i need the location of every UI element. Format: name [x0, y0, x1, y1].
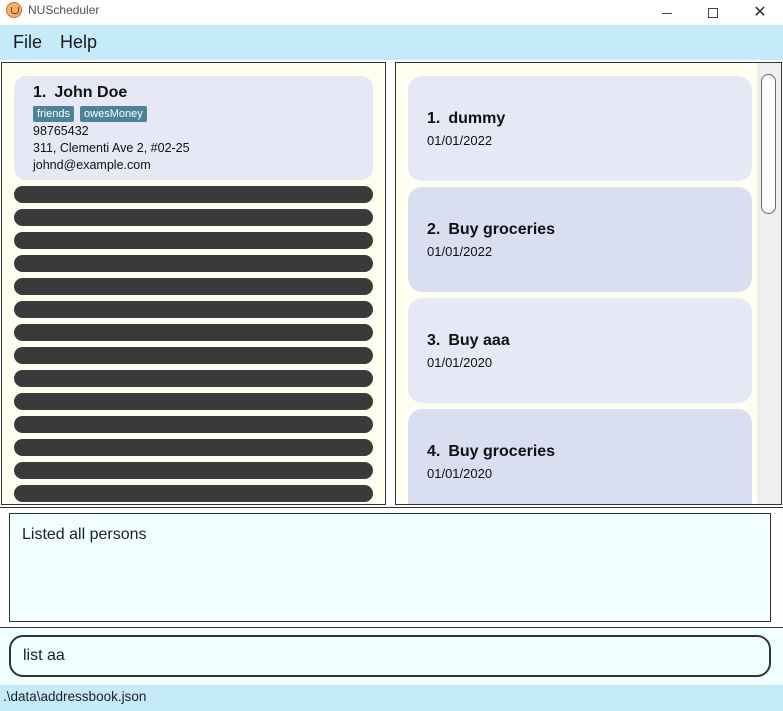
empty-person-rows — [14, 186, 373, 504]
empty-row — [14, 439, 373, 456]
task-date: 01/01/2020 — [427, 466, 493, 481]
task-card[interactable]: 3. Buy aaa 01/01/2020 — [408, 298, 752, 403]
command-box-area — [0, 627, 783, 685]
person-address: 311, Clementi Ave 2, #02-25 — [33, 141, 190, 155]
empty-row — [14, 301, 373, 318]
title-bar: NUScheduler ✕ — [0, 0, 783, 25]
task-title: 1. dummy — [427, 110, 733, 128]
maximize-button[interactable] — [690, 0, 736, 25]
minimize-button[interactable] — [644, 0, 690, 25]
result-display-area: Listed all persons — [0, 507, 783, 627]
person-name: 1. John Doe — [33, 84, 354, 102]
task-date: 01/01/2022 — [427, 244, 493, 259]
empty-row — [14, 186, 373, 203]
person-phone: 98765432 — [33, 124, 89, 138]
tag-friends: friends — [33, 106, 75, 122]
task-title: 3. Buy aaa — [427, 332, 733, 350]
task-card[interactable]: 4. Buy groceries 01/01/2020 — [408, 409, 752, 504]
minimize-icon — [662, 13, 672, 14]
task-date: 01/01/2020 — [427, 355, 493, 370]
empty-row — [14, 393, 373, 410]
task-card[interactable]: 1. dummy 01/01/2022 — [408, 76, 752, 181]
person-email: johnd@example.com — [33, 158, 151, 172]
menu-file[interactable]: File — [5, 32, 50, 53]
person-index: 1. — [33, 84, 47, 101]
task-title-text: Buy groceries — [448, 443, 556, 460]
close-button[interactable]: ✕ — [737, 0, 783, 25]
task-title-text: Buy aaa — [448, 332, 510, 349]
task-title-text: dummy — [448, 110, 506, 127]
task-index: 3. — [427, 332, 441, 349]
scrollbar-thumb[interactable] — [761, 74, 776, 214]
tag-owes-money: owesMoney — [80, 106, 147, 122]
empty-row — [14, 255, 373, 272]
task-list-scrollbar[interactable] — [757, 63, 781, 504]
command-input[interactable] — [9, 635, 771, 677]
empty-row — [14, 209, 373, 226]
empty-row — [14, 278, 373, 295]
task-index: 1. — [427, 110, 441, 127]
person-card[interactable]: 1. John Doe friends owesMoney 98765432 3… — [14, 76, 373, 180]
menu-help[interactable]: Help — [52, 32, 105, 53]
empty-row — [14, 347, 373, 364]
menu-bar: File Help — [0, 25, 783, 60]
maximize-icon — [708, 7, 718, 18]
task-date: 01/01/2022 — [427, 133, 493, 148]
person-list-panel[interactable]: 1. John Doe friends owesMoney 98765432 3… — [1, 62, 386, 505]
task-title: 4. Buy groceries — [427, 443, 733, 461]
task-card[interactable]: 2. Buy groceries 01/01/2022 — [408, 187, 752, 292]
empty-row — [14, 485, 373, 502]
empty-row — [14, 416, 373, 433]
task-index: 4. — [427, 443, 441, 460]
empty-row — [14, 324, 373, 341]
task-index: 2. — [427, 221, 441, 238]
task-title-text: Buy groceries — [448, 221, 556, 238]
person-tags: friends owesMoney — [33, 106, 354, 122]
status-bar-path: .\data\addressbook.json — [0, 685, 783, 711]
task-title: 2. Buy groceries — [427, 221, 733, 239]
empty-row — [14, 232, 373, 249]
empty-row — [14, 370, 373, 387]
close-icon: ✕ — [753, 3, 767, 21]
app-logo-icon — [6, 2, 22, 18]
window-title: NUScheduler — [28, 3, 100, 17]
task-list-panel[interactable]: 1. dummy 01/01/2022 2. Buy groceries 01/… — [395, 62, 782, 505]
person-name-text: John Doe — [54, 84, 128, 101]
main-panels: 1. John Doe friends owesMoney 98765432 3… — [0, 60, 783, 507]
result-display: Listed all persons — [9, 513, 771, 622]
empty-row — [14, 462, 373, 479]
